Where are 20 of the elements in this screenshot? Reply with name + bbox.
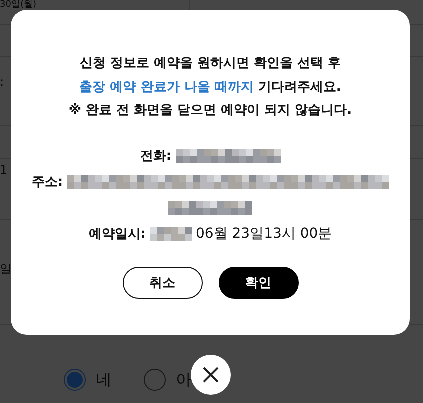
message-text: ※ 완료 전 화면을 닫으면 예약이 되지 않습니다.	[68, 102, 352, 120]
radio-button[interactable]	[64, 369, 86, 391]
radio-label: 아	[176, 370, 192, 390]
close-button[interactable]	[191, 355, 231, 395]
detail-value: 06월 23일13시 00분	[196, 224, 332, 242]
detail-label: 주소:	[32, 174, 64, 190]
message-text: 신청 정보로 예약을 원하시면 확인을 선택 후	[78, 55, 342, 73]
message-text: 출장 예약 완료가 나올 때까지 기다려주세요.	[78, 78, 342, 96]
radio-label: 네	[96, 370, 112, 390]
form-label: :	[0, 75, 4, 89]
radio-button[interactable]	[144, 369, 166, 391]
form-label: 1	[0, 163, 8, 177]
confirm-button[interactable]: 확인	[218, 266, 298, 298]
close-icon	[202, 366, 220, 384]
cancel-button[interactable]: 취소	[122, 266, 202, 298]
detail-label: 전화:	[140, 148, 172, 164]
blurred-text	[150, 226, 192, 240]
detail-label: 예약일시:	[88, 226, 146, 242]
date-text: 30일(월)	[0, 0, 36, 10]
form-label: 일	[0, 262, 12, 276]
